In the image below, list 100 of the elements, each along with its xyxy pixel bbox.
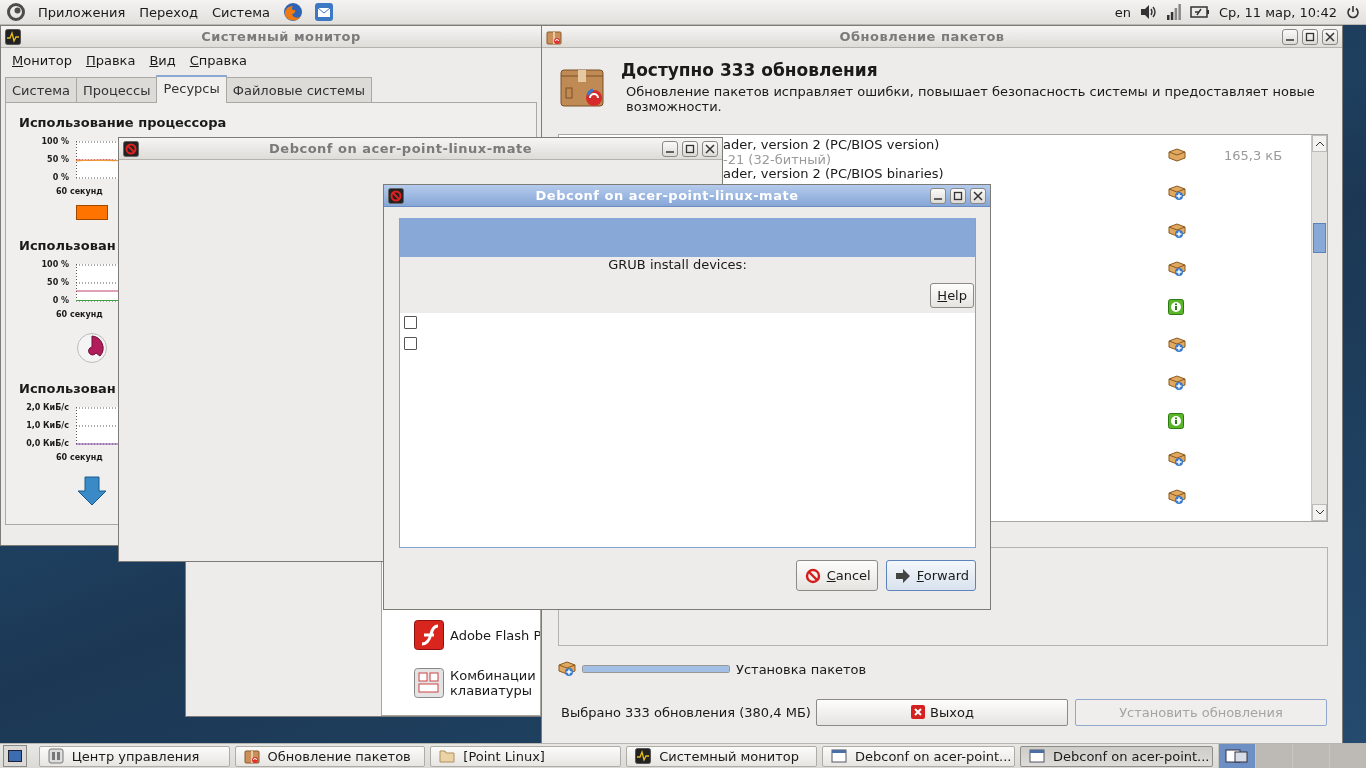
package-icon: [243, 748, 260, 764]
clock[interactable]: Ср, 11 мар, 10:42: [1218, 4, 1337, 20]
task-button[interactable]: [Point Linux]: [430, 745, 622, 767]
task-button[interactable]: Обновление пакетов: [234, 745, 426, 767]
signal-icon[interactable]: [1166, 4, 1181, 20]
menu-item[interactable]: Справка: [189, 52, 248, 68]
package-name[interactable]: ader, version 2 (PC/BIOS version): [723, 137, 940, 152]
maximize-icon: [685, 143, 695, 154]
tab[interactable]: Процессы: [76, 77, 158, 102]
question-label: GRUB install devices:: [607, 257, 748, 273]
axis-label: 100 %: [41, 260, 69, 270]
item-label[interactable]: Adobe Flash P: [450, 627, 540, 643]
close-icon: [973, 190, 983, 201]
keyboard-icon: [414, 668, 444, 698]
description: Обновление пакетов исправляет ошибки, повышает безопасность системы и предоставляет новые возможности.: [626, 84, 1316, 114]
menu-item[interactable]: Монитор: [12, 52, 72, 68]
close-icon: [1325, 31, 1335, 42]
task-button[interactable]: Системный монитор: [626, 745, 817, 767]
task-button[interactable]: Debconf on acer-point...: [1019, 745, 1213, 767]
tab[interactable]: Ресурсы: [156, 75, 227, 103]
maximize-button[interactable]: [682, 140, 698, 157]
package-add-icon: [1168, 337, 1186, 353]
swirl-icon[interactable]: [6, 2, 26, 22]
scrollbar-thumb[interactable]: [1313, 223, 1326, 253]
maximize-icon: [1305, 31, 1315, 42]
control-panel-icon: [47, 748, 64, 764]
volume-icon[interactable]: [1139, 4, 1158, 20]
maximize-button[interactable]: [950, 187, 966, 204]
tab[interactable]: Система: [5, 77, 78, 102]
window-title: Обновление пакетов: [838, 29, 1006, 44]
section-heading: Использован: [19, 238, 117, 254]
maximize-button[interactable]: [1302, 28, 1318, 45]
axis-label: 60 секунд: [56, 310, 103, 319]
package-add-icon: [1168, 185, 1186, 201]
checkbox[interactable]: [404, 316, 417, 329]
item-label[interactable]: Комбинации клавиатуры: [450, 668, 536, 698]
axis-label: 60 секунд: [56, 453, 103, 462]
stop-sign-icon: [388, 187, 404, 204]
quit-button[interactable]: Выход: [816, 698, 1068, 726]
close-button[interactable]: [702, 140, 718, 157]
monitor-icon: [635, 748, 652, 764]
window-icon: [1028, 748, 1045, 764]
minimize-button[interactable]: [662, 140, 678, 157]
axis-label: 0 %: [52, 173, 69, 183]
tab[interactable]: Файловые системы: [225, 77, 373, 102]
scrollbar[interactable]: [1311, 135, 1327, 521]
window-title: Debconf on acer-point-linux-mate: [534, 188, 800, 203]
section-heading: Использование процессора: [19, 115, 228, 131]
minimize-icon: [933, 197, 943, 200]
package-add-icon: [1168, 451, 1186, 467]
folder-icon: [439, 748, 456, 764]
window-icon: [830, 748, 847, 764]
forward-button[interactable]: Forward: [885, 560, 976, 591]
axis-label: 2,0 КиБ/с: [26, 403, 69, 413]
power-icon[interactable]: [1346, 5, 1360, 19]
window-title: Debconf on acer-point-linux-mate: [268, 141, 533, 156]
menu-item[interactable]: Правка: [85, 52, 136, 68]
axis-label: 60 секунд: [56, 187, 103, 196]
minimize-button[interactable]: [930, 187, 946, 204]
package-icon: [546, 28, 562, 45]
stop-sign-icon: [123, 140, 139, 157]
workspace-switcher[interactable]: [1218, 744, 1366, 768]
task-button[interactable]: Центр управления: [38, 745, 230, 767]
minimize-icon: [665, 150, 675, 153]
package-add-icon: [1168, 261, 1186, 277]
menu-item[interactable]: Переход: [137, 2, 200, 22]
mail-icon[interactable]: [313, 2, 334, 22]
swoosh-icon: [414, 620, 444, 650]
checkbox[interactable]: [404, 337, 417, 350]
section-heading: Использован: [19, 381, 117, 397]
menu-item[interactable]: Приложения: [36, 2, 128, 22]
info-icon: [1168, 299, 1184, 315]
keyboard-layout[interactable]: en: [1114, 4, 1131, 20]
menu-item[interactable]: Система: [209, 2, 272, 22]
axis-label: 0 %: [52, 296, 69, 306]
battery-icon[interactable]: [1189, 5, 1210, 19]
maximize-icon: [953, 190, 963, 201]
heading: Доступно 333 обновления: [621, 60, 879, 80]
show-desktop-button[interactable]: [3, 745, 27, 767]
close-icon: [910, 704, 927, 720]
close-button[interactable]: [970, 187, 986, 204]
package-add-icon: [1168, 223, 1186, 239]
package-add-icon: [1168, 489, 1186, 505]
close-button[interactable]: [1322, 28, 1338, 45]
desktop-icon: [7, 750, 22, 762]
cancel-button[interactable]: Cancel: [795, 560, 878, 591]
globe-icon[interactable]: [281, 1, 304, 23]
package-icon: [1168, 148, 1186, 162]
menu-item[interactable]: Вид: [149, 52, 176, 68]
axis-label: 1,0 КиБ/с: [26, 421, 69, 431]
axis-label: 0,0 КиБ/с: [26, 439, 69, 449]
selection-summary: Выбрано 333 обновления (380,4 МБ): [561, 704, 809, 720]
axis-label: 50 %: [47, 155, 69, 165]
arrow-icon: [894, 567, 911, 584]
package-version: -21 (32-битный): [723, 152, 832, 167]
package-name[interactable]: ader, version 2 (PC/BIOS binaries): [723, 166, 944, 181]
task-button[interactable]: Debconf on acer-point...: [821, 745, 1015, 767]
minimize-button[interactable]: [1282, 28, 1298, 45]
pie-chart-icon: [76, 332, 108, 364]
help-button[interactable]: Help: [930, 283, 974, 308]
